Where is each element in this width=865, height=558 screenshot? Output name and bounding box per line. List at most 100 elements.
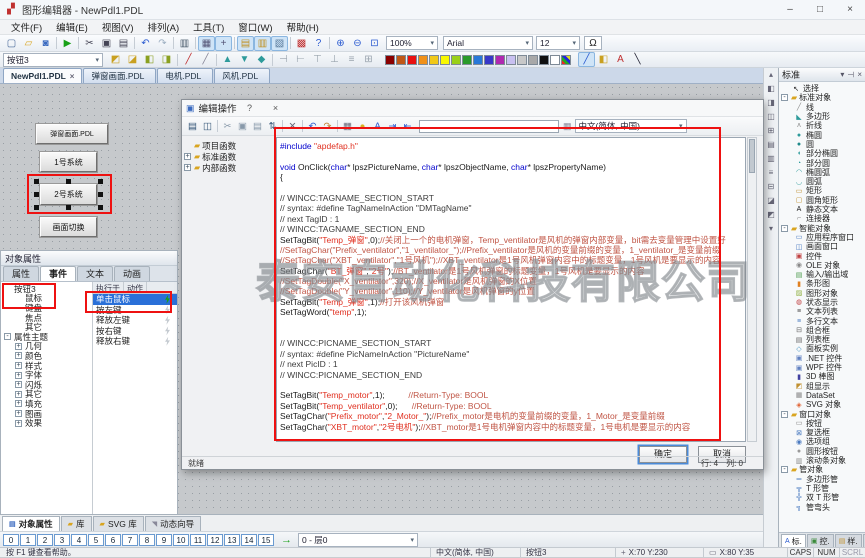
tab-close-icon[interactable]: × (70, 72, 75, 81)
color-swatch[interactable] (539, 55, 549, 65)
vertical-tool-icon[interactable]: ▴ (769, 68, 773, 82)
layer-button[interactable]: 9 (156, 534, 172, 546)
font-color-icon[interactable]: A (612, 52, 629, 67)
properties-tab[interactable]: 属性 (3, 266, 39, 281)
layer-button[interactable]: 7 (122, 534, 138, 546)
tree-expander-icon[interactable]: + (15, 420, 22, 427)
properties-tab[interactable]: 动画 (114, 266, 150, 281)
layer-button[interactable]: 11 (190, 534, 206, 546)
layer-button[interactable]: 15 (258, 534, 274, 546)
tree-expander-icon[interactable]: + (184, 164, 191, 171)
color-swatch[interactable] (396, 55, 406, 65)
copy-icon[interactable]: ▣ (98, 36, 115, 51)
vertical-tool-icon[interactable]: ≡ (769, 166, 774, 180)
tree-expander-icon[interactable]: + (15, 391, 22, 398)
color-swatch[interactable] (440, 55, 450, 65)
color-swatch[interactable] (484, 55, 494, 65)
cut-icon[interactable]: ✂ (81, 36, 98, 51)
properties-tree-item[interactable]: + 闪烁 (1, 380, 92, 390)
panel-menu-icon[interactable]: ▾ (840, 70, 844, 79)
layer-arrow-icon[interactable]: → (281, 534, 292, 546)
library-item[interactable]: ●椭圆 (781, 130, 865, 139)
same-size-icon[interactable]: ⊞ (360, 52, 377, 67)
flip-h-icon[interactable]: ▲ (219, 52, 236, 67)
menu-item[interactable]: 视图(V) (95, 19, 141, 35)
tree-expander-icon[interactable]: - (781, 466, 788, 473)
bottom-tab[interactable]: ▰ SVG 库 (93, 516, 144, 531)
rotate-icon[interactable]: ◆ (253, 52, 270, 67)
zoom-area-icon[interactable]: ⊡ (366, 36, 383, 51)
vertical-tool-icon[interactable]: ▤ (767, 138, 775, 152)
color-swatch[interactable] (495, 55, 505, 65)
event-row[interactable]: 释放右键 (93, 336, 177, 347)
vertical-tool-icon[interactable]: ◪ (767, 194, 775, 208)
fill-color-icon[interactable]: ◧ (595, 52, 612, 67)
properties-tree-item[interactable]: + 颜色 (1, 351, 92, 361)
canvas-button-sys1[interactable]: 1号系统 (40, 152, 97, 172)
vertical-tool-icon[interactable]: ◨ (767, 96, 775, 110)
tree-expander-icon[interactable]: + (15, 352, 22, 359)
save-icon[interactable]: ◙ (37, 36, 54, 51)
properties-tree-item[interactable]: + 几何 (1, 342, 92, 352)
layer-button[interactable]: 1 (20, 534, 36, 546)
font-family-select[interactable]: Arial (443, 36, 533, 50)
zoom-select[interactable]: 100% (386, 36, 438, 50)
cut-icon[interactable]: ✂ (220, 119, 235, 134)
pin-icon[interactable]: ⊤ (846, 71, 855, 78)
color-swatch[interactable] (429, 55, 439, 65)
tree-expander-icon[interactable]: + (15, 400, 22, 407)
tree-expander-icon[interactable]: + (15, 381, 22, 388)
color-swatch[interactable] (451, 55, 461, 65)
color-swatch[interactable] (418, 55, 428, 65)
maximize-button[interactable]: □ (805, 0, 835, 19)
bottom-tab[interactable]: ▰ 库 (61, 516, 92, 531)
layer-back-icon[interactable]: ◪ (124, 52, 141, 67)
vertical-tool-icon[interactable]: ◫ (767, 110, 775, 124)
tree-expander-icon[interactable]: + (15, 343, 22, 350)
tree-expander-icon[interactable]: + (15, 362, 22, 369)
tree-expander-icon[interactable]: - (781, 225, 788, 232)
properties-tree-item[interactable]: + 样式 (1, 361, 92, 371)
bottom-tab[interactable]: ▤ 对象属性 (2, 516, 60, 531)
action-bolt-icon[interactable] (164, 326, 171, 335)
snap-icon[interactable]: + (215, 36, 232, 51)
tree-expander-icon[interactable]: + (184, 153, 191, 160)
file-tab[interactable]: 电机.PDL (157, 68, 213, 83)
layer-up-icon[interactable]: ◧ (141, 52, 158, 67)
library-item[interactable]: ◣多边形 (781, 112, 865, 121)
properties-tab[interactable]: 文本 (77, 266, 113, 281)
object-name-select[interactable]: 按钮3 (3, 53, 103, 67)
pen-gray-icon[interactable]: ╱ (197, 52, 214, 67)
properties-tab[interactable]: 事件 (40, 266, 76, 281)
tree-expander-icon[interactable]: - (781, 411, 788, 418)
tree-expander-icon[interactable]: + (15, 410, 22, 417)
file-tab[interactable]: 弹窗画面.PDL (83, 68, 156, 83)
tree-expander-icon[interactable]: + (15, 372, 22, 379)
process-pictures-icon[interactable]: ▧ (271, 36, 288, 51)
color-swatch[interactable] (528, 55, 538, 65)
properties-tree-item[interactable]: + 填充 (1, 399, 92, 409)
layer-button[interactable]: 5 (88, 534, 104, 546)
paste-icon[interactable]: ▤ (250, 119, 265, 134)
project-icon[interactable]: ▤ (185, 119, 200, 134)
align-top-icon[interactable]: ⊤ (309, 52, 326, 67)
library-tab[interactable]: ▣ 控. (807, 534, 834, 547)
color-swatch[interactable] (462, 55, 472, 65)
layer-button[interactable]: 8 (139, 534, 155, 546)
copy-icon[interactable]: ▣ (235, 119, 250, 134)
new-icon[interactable]: ▢ (3, 36, 20, 51)
redo-icon[interactable]: ↷ (154, 36, 171, 51)
layer-button[interactable]: 2 (37, 534, 53, 546)
zoom-in-icon[interactable]: ⊕ (332, 36, 349, 51)
vertical-tool-icon[interactable]: ▥ (767, 152, 775, 166)
line-color-icon[interactable]: ╱ (578, 52, 595, 67)
library-icon[interactable]: ▤ (237, 36, 254, 51)
function-tree-item[interactable]: ▰ 项目函数 (184, 140, 274, 151)
layer-button[interactable]: 6 (105, 534, 121, 546)
layer-front-icon[interactable]: ◩ (107, 52, 124, 67)
align-left-icon[interactable]: ⊣ (275, 52, 292, 67)
align-right-icon[interactable]: ⊢ (292, 52, 309, 67)
vertical-tool-icon[interactable]: ▾ (769, 222, 773, 236)
flip-v-icon[interactable]: ▼ (236, 52, 253, 67)
properties-tree-item[interactable]: - 属性主题 (1, 332, 92, 342)
